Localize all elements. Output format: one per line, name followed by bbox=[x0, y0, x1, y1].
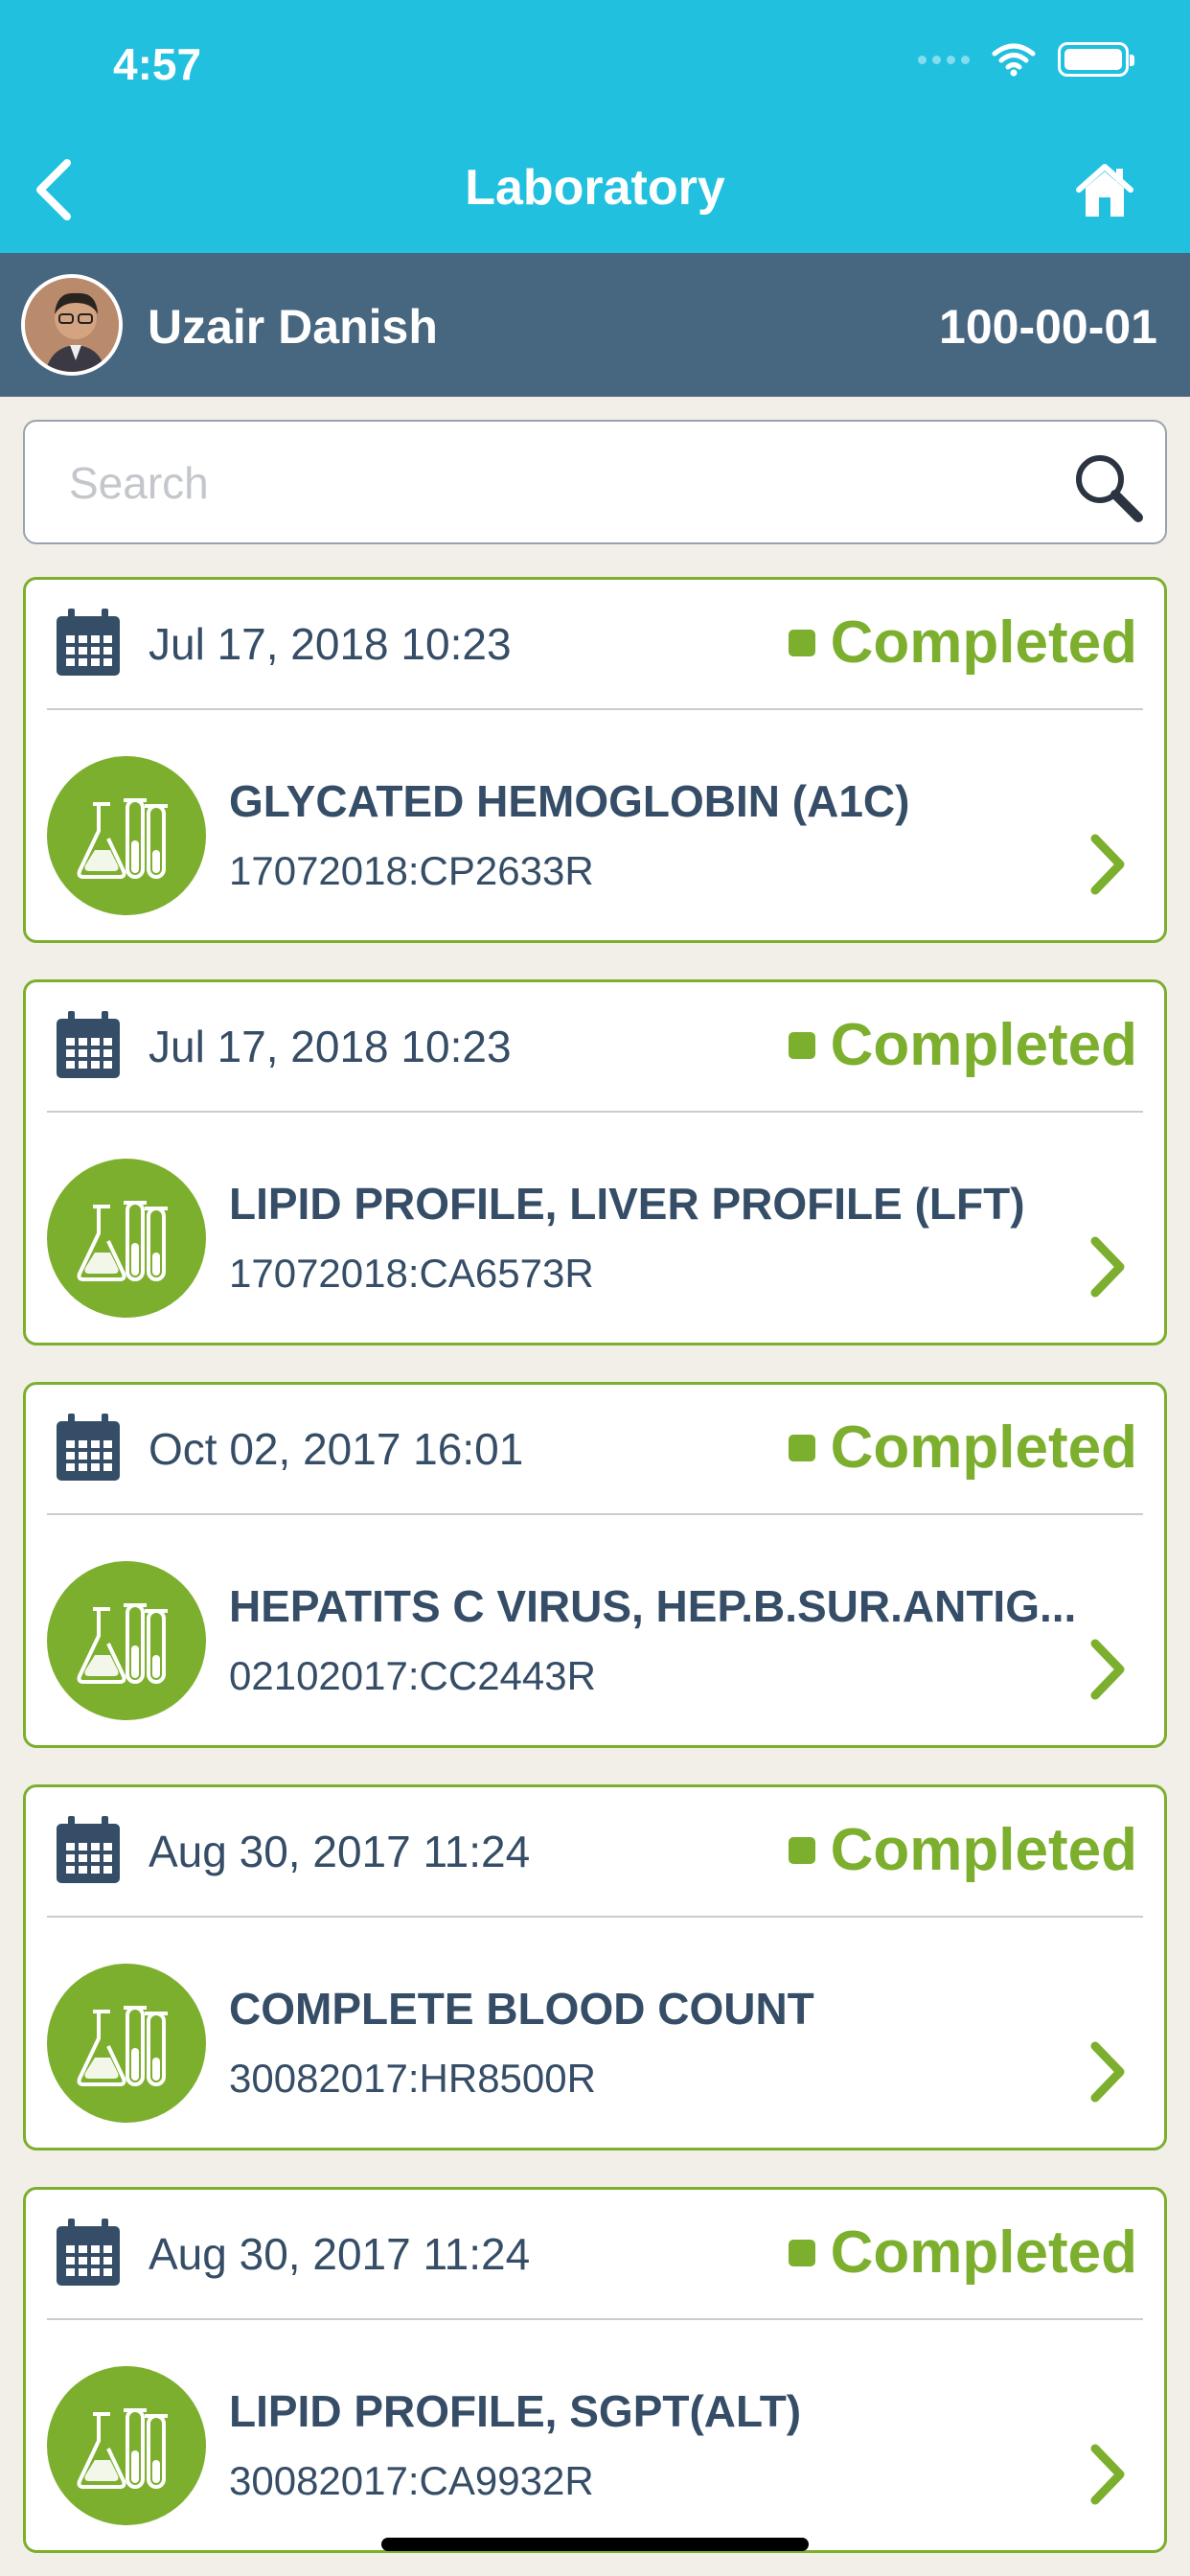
divider bbox=[47, 1111, 1143, 1113]
lab-flask-icon bbox=[47, 756, 206, 915]
calendar-icon bbox=[57, 1414, 120, 1481]
test-name: LIPID PROFILE, SGPT(ALT) bbox=[229, 2386, 802, 2436]
home-icon[interactable] bbox=[1073, 161, 1136, 220]
chevron-right-icon[interactable] bbox=[1084, 1636, 1132, 1703]
record-date: Aug 30, 2017 11:24 bbox=[149, 2229, 531, 2279]
patient-name: Uzair Danish bbox=[148, 300, 438, 354]
avatar bbox=[21, 274, 123, 376]
search-box bbox=[23, 420, 1167, 544]
test-name: COMPLETE BLOOD COUNT bbox=[229, 1984, 814, 2034]
top-bar: 4:57 Laboratory bbox=[0, 0, 1190, 253]
status-dot bbox=[788, 1836, 815, 1864]
status-text: Completed bbox=[830, 1817, 1137, 1883]
status-badge: Completed bbox=[788, 1816, 1137, 1884]
chevron-right-icon[interactable] bbox=[1084, 1233, 1132, 1300]
test-name: LIPID PROFILE, LIVER PROFILE (LFT) bbox=[229, 1179, 1025, 1229]
lab-record-card[interactable]: Jul 17, 2018 10:23 Completed LIPID PROFI… bbox=[23, 979, 1167, 1346]
calendar-icon bbox=[57, 2219, 120, 2286]
record-date: Jul 17, 2018 10:23 bbox=[149, 619, 512, 669]
chevron-right-icon[interactable] bbox=[1084, 2441, 1132, 2508]
test-name: GLYCATED HEMOGLOBIN (A1C) bbox=[229, 776, 910, 826]
lab-flask-icon bbox=[47, 1561, 206, 1720]
lab-record-card[interactable]: Jul 17, 2018 10:23 Completed GLYCATED HE… bbox=[23, 577, 1167, 943]
status-text: Completed bbox=[830, 1012, 1137, 1078]
lab-flask-icon bbox=[47, 2366, 206, 2525]
patient-id: 100-00-01 bbox=[939, 300, 1157, 354]
calendar-icon bbox=[57, 1011, 120, 1078]
status-dot bbox=[788, 629, 815, 656]
test-code: 30082017:HR8500R bbox=[229, 2056, 596, 2101]
lab-flask-icon bbox=[47, 1159, 206, 1318]
status-time: 4:57 bbox=[113, 39, 202, 89]
lab-record-card[interactable]: Oct 02, 2017 16:01 Completed HEPATITS C … bbox=[23, 1382, 1167, 1748]
divider bbox=[47, 1513, 1143, 1515]
test-name: HEPATITS C VIRUS, HEP.B.SUR.ANTIG... bbox=[229, 1581, 1077, 1631]
test-code: 17072018:CP2633R bbox=[229, 848, 594, 893]
status-text: Completed bbox=[830, 1414, 1137, 1481]
test-code: 02102017:CC2443R bbox=[229, 1653, 596, 1698]
status-text: Completed bbox=[830, 2220, 1137, 2286]
record-date: Aug 30, 2017 11:24 bbox=[149, 1827, 531, 1876]
status-badge: Completed bbox=[788, 609, 1137, 677]
page-title: Laboratory bbox=[465, 160, 725, 216]
home-indicator[interactable] bbox=[381, 2538, 809, 2551]
calendar-icon bbox=[57, 1816, 120, 1883]
search-input[interactable] bbox=[69, 456, 1027, 510]
record-date: Jul 17, 2018 10:23 bbox=[149, 1022, 512, 1071]
chevron-right-icon[interactable] bbox=[1084, 831, 1132, 898]
lab-record-card[interactable]: Aug 30, 2017 11:24 Completed LIPID PROFI… bbox=[23, 2187, 1167, 2553]
calendar-icon bbox=[57, 609, 120, 676]
wifi-icon bbox=[992, 43, 1036, 77]
status-badge: Completed bbox=[788, 1414, 1137, 1482]
divider bbox=[47, 708, 1143, 710]
status-dot bbox=[788, 2239, 815, 2266]
signal-icon bbox=[918, 55, 970, 64]
test-code: 17072018:CA6573R bbox=[229, 1251, 594, 1296]
status-dot bbox=[788, 1031, 815, 1059]
status-indicators bbox=[918, 42, 1134, 77]
record-date: Oct 02, 2017 16:01 bbox=[149, 1424, 524, 1474]
divider bbox=[47, 2318, 1143, 2320]
lab-record-card[interactable]: Aug 30, 2017 11:24 Completed COMPLETE BL… bbox=[23, 1784, 1167, 2150]
status-badge: Completed bbox=[788, 2219, 1137, 2287]
status-badge: Completed bbox=[788, 1011, 1137, 1079]
chevron-right-icon[interactable] bbox=[1084, 2038, 1132, 2105]
status-text: Completed bbox=[830, 610, 1137, 676]
patient-bar: Uzair Danish 100-00-01 bbox=[0, 253, 1190, 397]
search-icon[interactable] bbox=[1069, 448, 1146, 525]
test-code: 30082017:CA9932R bbox=[229, 2458, 594, 2503]
lab-flask-icon bbox=[47, 1964, 206, 2123]
divider bbox=[47, 1916, 1143, 1918]
battery-icon bbox=[1058, 42, 1134, 77]
status-dot bbox=[788, 1434, 815, 1461]
